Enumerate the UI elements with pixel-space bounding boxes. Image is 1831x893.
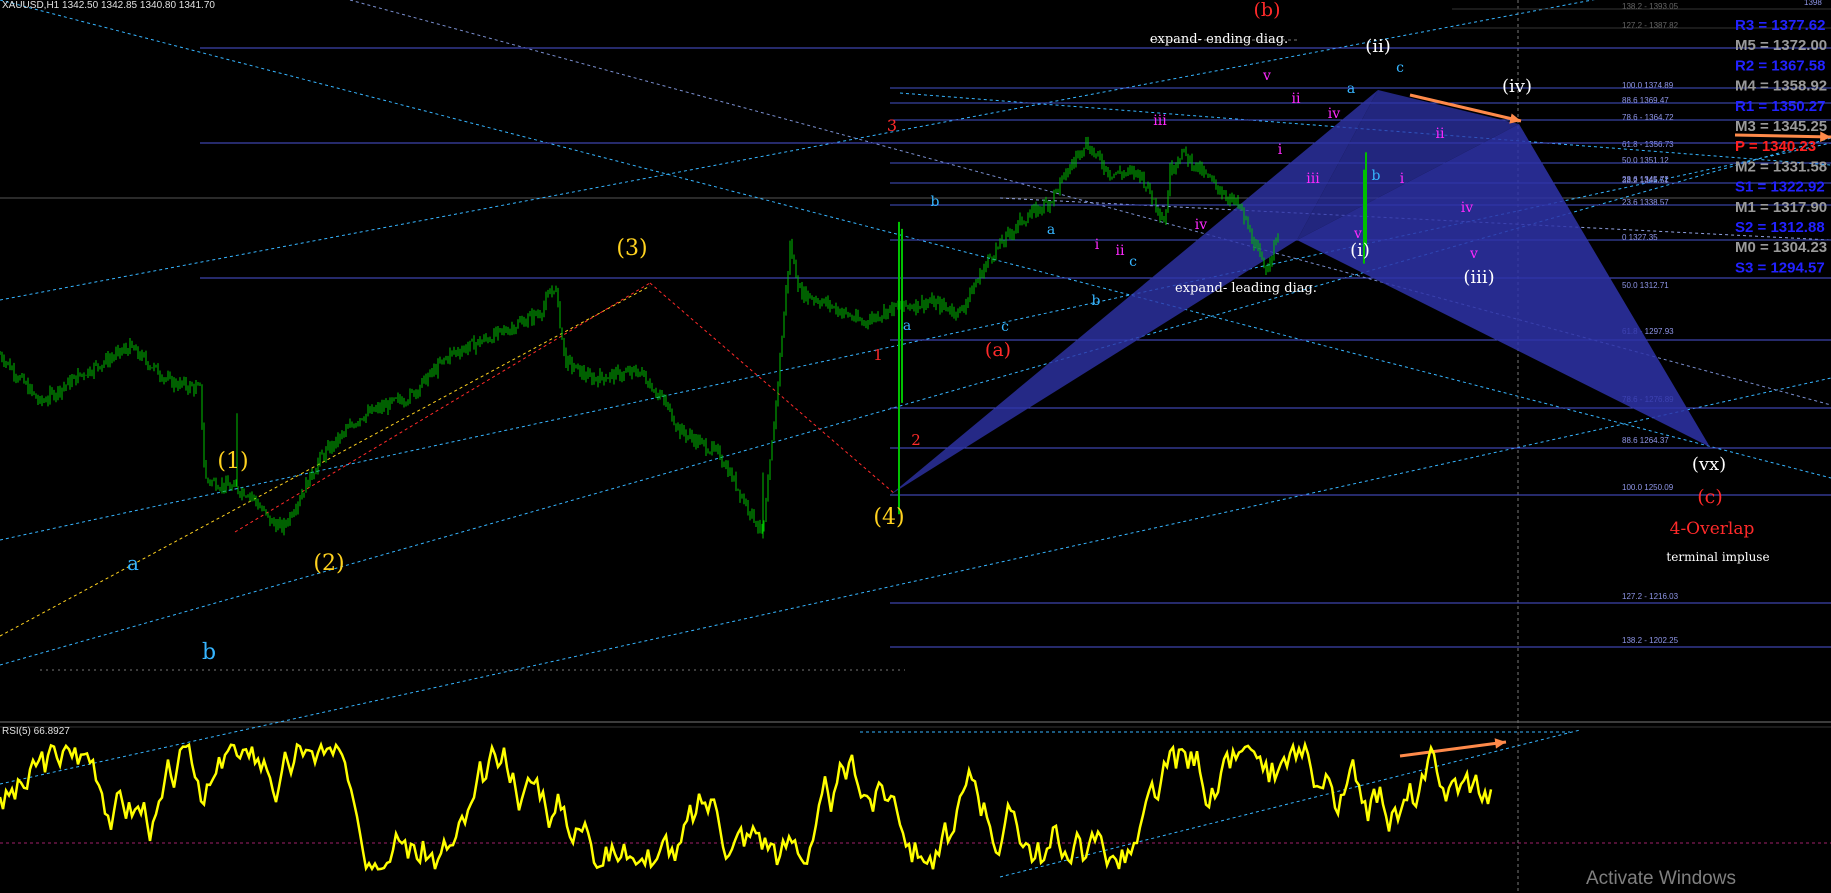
pivot-label: M3 = 1345.25 (1735, 118, 1827, 135)
pivot-label: M0 = 1304.23 (1735, 239, 1827, 256)
wave-label: (3) (616, 236, 647, 261)
wave-label: (c) (1697, 486, 1722, 508)
wave-label: iii (1153, 113, 1167, 129)
rsi-line (0, 740, 1493, 872)
price-candles (0, 136, 1367, 539)
wave-label: (1) (217, 449, 248, 474)
pivot-label: R1 = 1350.27 (1735, 98, 1826, 115)
annotation-text: terminal impluse (1666, 550, 1769, 564)
fib-level-label: 88.6 1264.37 (1622, 436, 1669, 445)
wave-label: (a) (985, 339, 1011, 361)
wave-label: (i) (1350, 240, 1370, 261)
wave-label: c (1129, 254, 1137, 270)
wave-label: a (903, 318, 911, 334)
fib-level-label: 61.8 - 1356.73 (1622, 140, 1674, 149)
wave-label: ii (1116, 243, 1125, 259)
wave-label: ii (1436, 126, 1445, 142)
rsi-label: RSI(5) 66.8927 (2, 726, 70, 737)
fib-level-label: 100.0 1374.89 (1622, 81, 1674, 90)
fib-level-label: 23.6 1338.57 (1622, 198, 1669, 207)
fib-level-label: 50.0 1312.71 (1622, 281, 1669, 290)
pivot-label: R2 = 1367.58 (1735, 57, 1826, 74)
annotation-text: 4-Overlap (1670, 519, 1755, 539)
chart-header: XAUUSD,H1 1342.50 1342.85 1340.80 1341.7… (2, 0, 215, 11)
harmonic-pattern (890, 90, 1831, 758)
wave-label: (vx) (1692, 454, 1726, 475)
wave-label: b (931, 194, 940, 210)
wave-label: (iii) (1463, 267, 1494, 288)
fib-level-label: 1398 (1804, 0, 1822, 7)
ohlc-readout: 1342.50 1342.85 1340.80 1341.70 (62, 0, 215, 11)
wave-label: iii (1306, 171, 1320, 187)
fib-level-label: 127.2 - 1216.03 (1622, 592, 1679, 601)
wave-label: (4) (873, 505, 904, 530)
wave-label: a (127, 551, 139, 575)
wave-label: i (1095, 237, 1100, 253)
trendline (234, 282, 651, 533)
wave-label: (2) (313, 551, 344, 576)
wave-label: 2 (911, 431, 921, 449)
activate-windows-watermark: Activate Windows (1586, 868, 1736, 889)
wave-label: (ii) (1365, 36, 1391, 57)
wave-label: c (1396, 60, 1404, 76)
wave-label: b (1372, 168, 1381, 184)
fib-level-label: 88.6 1369.47 (1622, 96, 1669, 105)
rsi-panel (0, 740, 1493, 872)
pivot-label: M5 = 1372.00 (1735, 37, 1827, 54)
wave-label: a (1047, 222, 1055, 238)
fib-level-label: 100.0 1250.09 (1622, 483, 1674, 492)
pivot-label: R3 = 1377.62 (1735, 17, 1826, 34)
wave-label: iv (1195, 217, 1207, 233)
wave-label: v (1262, 68, 1271, 84)
wave-label: (iv) (1502, 76, 1532, 97)
wave-label: i (1278, 142, 1283, 158)
wave-label: a (1347, 81, 1355, 97)
fib-level-label: 138.2 - 1202.25 (1622, 636, 1679, 645)
wave-label: b (1092, 293, 1101, 309)
pivot-label: M1 = 1317.90 (1735, 199, 1827, 216)
wave-label: 3 (887, 116, 897, 135)
trendline (0, 285, 651, 637)
wave-label: b (202, 640, 216, 665)
pivot-label: S2 = 1312.88 (1735, 219, 1825, 236)
pivot-label: M4 = 1358.92 (1735, 78, 1827, 95)
pivot-arrow (1734, 133, 1831, 139)
fib-level-label: 23.6 1345.72 (1622, 175, 1669, 184)
fib-level-label: 127.2 - 1387.82 (1622, 21, 1679, 30)
wave-label: c (1001, 319, 1009, 335)
wave-label: ii (1292, 91, 1301, 107)
rsi-arrow (1399, 740, 1507, 758)
pivot-label: P = 1340.23 (1735, 138, 1816, 155)
symbol-label: XAUUSD,H1 (2, 0, 60, 11)
fib-level-label: 50.0 1351.12 (1622, 156, 1669, 165)
chart-area[interactable]: 138.2 - 1393.05 127.2 - 1387.82 100.0 1374… (0, 0, 1831, 893)
fib-level-label: 78.6 - 1364.72 (1622, 113, 1674, 122)
fib-level-label: 0 1327.35 (1622, 233, 1658, 242)
pivot-label: S3 = 1294.57 (1735, 259, 1825, 276)
wave-label: iv (1328, 106, 1340, 122)
fib-level-label: 138.2 - 1393.05 (1622, 2, 1679, 11)
pivot-label: S1 = 1322.92 (1735, 179, 1825, 196)
wave-label: iv (1461, 200, 1473, 216)
wave-label: i (1400, 171, 1405, 187)
pivot-label: M2 = 1331.58 (1735, 158, 1827, 175)
annotation-text: expand- leading diag. (1175, 281, 1317, 296)
wave-label: (b) (1254, 0, 1281, 21)
annotation-text: expand- ending diag. (1150, 32, 1288, 47)
wave-label: v (1469, 246, 1478, 262)
wave-label: 1 (873, 346, 883, 364)
